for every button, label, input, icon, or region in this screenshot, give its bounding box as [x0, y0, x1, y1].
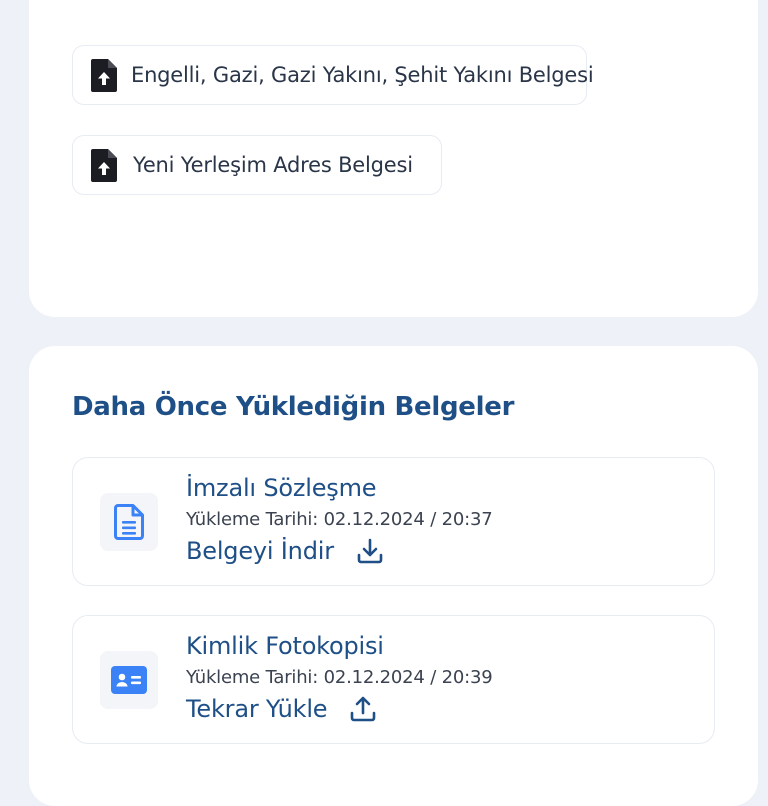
id-card-icon	[100, 651, 158, 709]
download-document-button[interactable]: Belgeyi İndir	[186, 536, 386, 566]
upload-option-label: Engelli, Gazi, Gazi Yakını, Şehit Yakını…	[131, 63, 594, 87]
document-icon	[100, 493, 158, 551]
document-upload-date: Yükleme Tarihi: 02.12.2024 / 20:39	[186, 667, 493, 688]
document-item-id-copy: Kimlik Fotokopisi Yükleme Tarihi: 02.12.…	[72, 615, 715, 744]
reupload-document-label: Tekrar Yükle	[186, 695, 328, 723]
reupload-document-button[interactable]: Tekrar Yükle	[186, 694, 379, 724]
file-upload-icon	[91, 58, 117, 92]
upload-option-label: Yeni Yerleşim Adres Belgesi	[133, 153, 413, 177]
document-name: Kimlik Fotokopisi	[186, 632, 384, 660]
file-upload-icon	[91, 148, 119, 182]
upload-option-address-document[interactable]: Yeni Yerleşim Adres Belgesi	[72, 135, 442, 195]
download-icon	[356, 536, 386, 566]
document-item-signed-contract: İmzalı Sözleşme Yükleme Tarihi: 02.12.20…	[72, 457, 715, 586]
upload-icon	[349, 694, 379, 724]
document-name: İmzalı Sözleşme	[186, 474, 377, 502]
upload-options-card: Engelli, Gazi, Gazi Yakını, Şehit Yakını…	[29, 0, 758, 317]
download-document-label: Belgeyi İndir	[186, 537, 334, 565]
document-upload-date: Yükleme Tarihi: 02.12.2024 / 20:37	[186, 509, 493, 530]
uploaded-documents-card: Daha Önce Yüklediğin Belgeler İmzalı Söz…	[29, 346, 758, 806]
section-title: Daha Önce Yüklediğin Belgeler	[72, 392, 515, 422]
upload-option-disability-document[interactable]: Engelli, Gazi, Gazi Yakını, Şehit Yakını…	[72, 45, 594, 105]
